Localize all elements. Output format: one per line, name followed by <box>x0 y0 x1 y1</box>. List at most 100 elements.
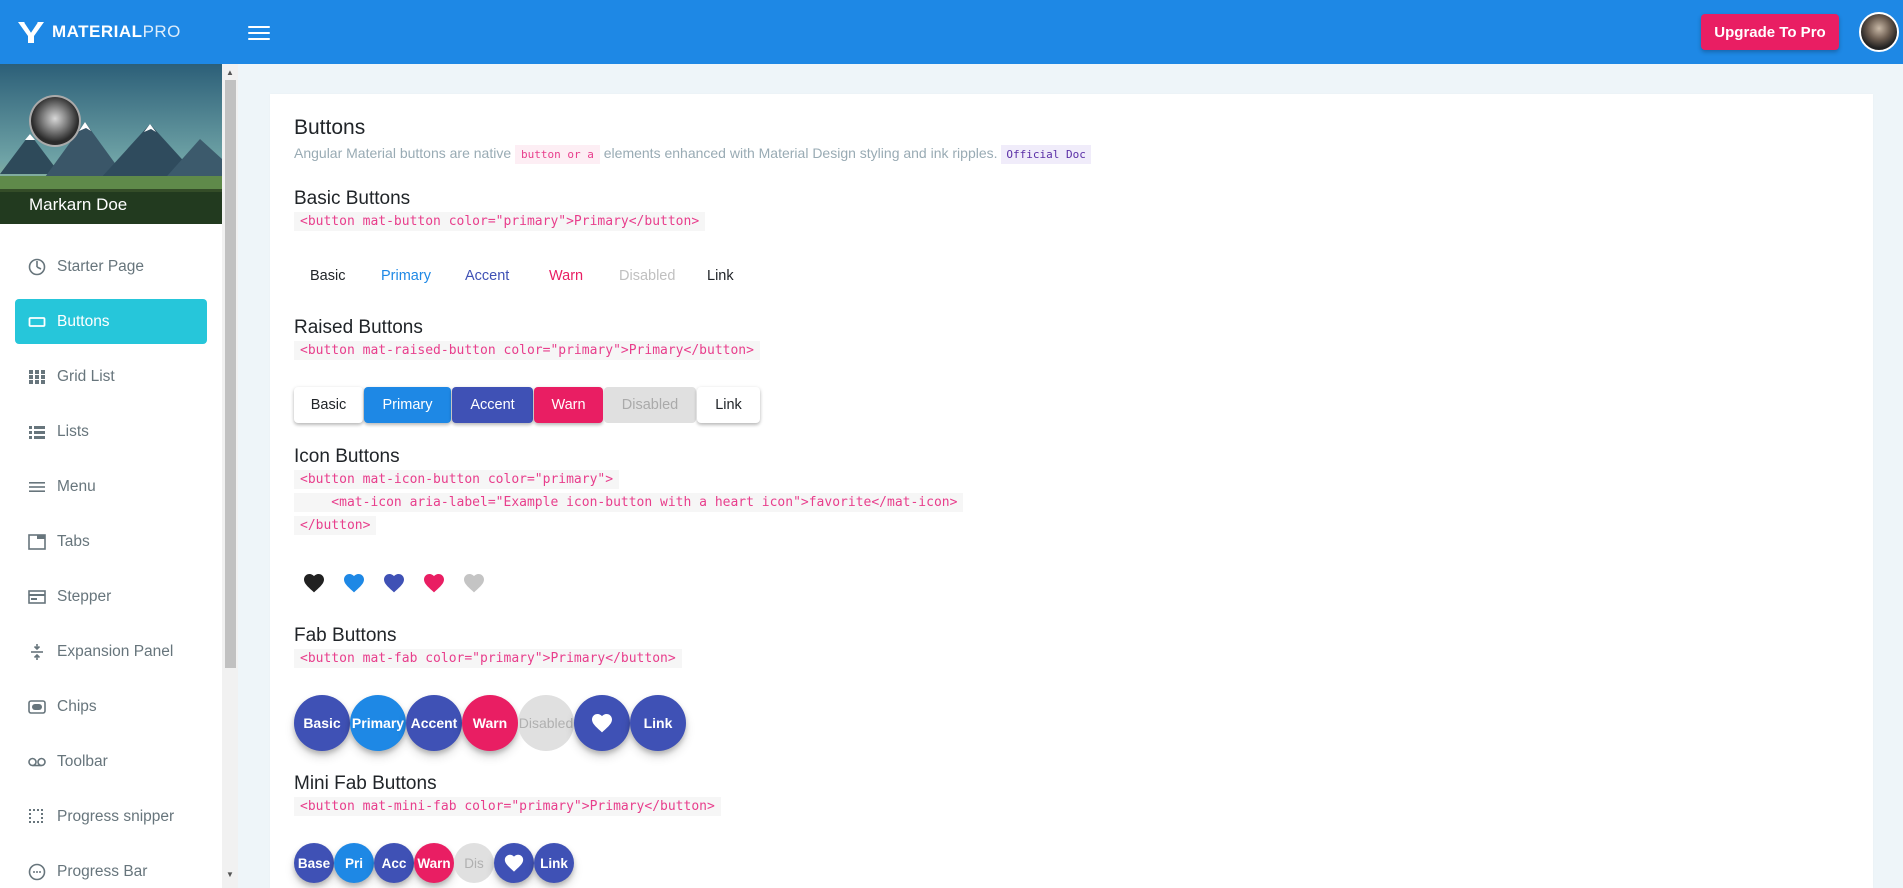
voicemail-icon <box>27 752 47 772</box>
mini-fab-buttons-code: <button mat-mini-fab color="primary">Pri… <box>294 797 721 816</box>
basic-buttons-code: <button mat-button color="primary">Prima… <box>294 212 706 231</box>
basic-buttons-title: Basic Buttons <box>294 188 411 209</box>
sidebar-item-chips[interactable]: Chips <box>0 679 222 734</box>
mini-fab-link-button[interactable]: Link <box>534 843 574 883</box>
sidebar-item-buttons[interactable]: Buttons <box>15 299 207 344</box>
subtitle-text: Angular Material buttons are native <box>294 145 512 161</box>
sidebar-item-progress-snipper[interactable]: Progress snipper <box>0 789 222 844</box>
user-avatar[interactable] <box>1859 12 1899 52</box>
basic-basic-button[interactable]: Basic <box>294 258 361 294</box>
heart-icon-basic[interactable] <box>302 571 326 595</box>
sidebar-nav: Starter Page Buttons Grid List Lists Men… <box>0 239 222 888</box>
icon-buttons-code-line2: <mat-icon aria-label="Example icon-butto… <box>294 493 964 512</box>
mini-fab-warn-button[interactable]: Warn <box>414 843 454 883</box>
raised-accent-button[interactable]: Accent <box>452 387 533 423</box>
sidebar-item-label: Stepper <box>57 587 112 605</box>
basic-disabled-button: Disabled <box>603 258 691 294</box>
heart-icon <box>504 854 524 872</box>
fab-warn-button[interactable]: Warn <box>462 695 518 751</box>
page-subtitle: Angular Material buttons are native butt… <box>294 145 1091 164</box>
raised-buttons-code: <button mat-raised-button color="primary… <box>294 341 760 360</box>
mini-fab-basic-button[interactable]: Base <box>294 843 334 883</box>
sidebar-item-label: Lists <box>57 422 89 440</box>
mini-fab-favorite-button[interactable] <box>494 843 534 883</box>
heart-icon <box>592 714 612 733</box>
grid-icon <box>27 367 47 387</box>
raised-buttons-title: Raised Buttons <box>294 317 423 338</box>
sidebar-item-toolbar[interactable]: Toolbar <box>0 734 222 789</box>
mini-fab-accent-button[interactable]: Acc <box>374 843 414 883</box>
crop-icon <box>27 312 47 332</box>
fab-buttons-code: <button mat-fab color="primary">Primary<… <box>294 649 682 668</box>
list-icon <box>27 422 47 442</box>
sidebar-item-label: Tabs <box>57 532 90 550</box>
sidebar: Markarn Doe Starter Page Buttons Grid Li… <box>0 64 222 888</box>
sidebar-item-tabs[interactable]: Tabs <box>0 514 222 569</box>
profile-avatar[interactable] <box>29 95 81 147</box>
sidebar-item-lists[interactable]: Lists <box>0 404 222 459</box>
raised-primary-button[interactable]: Primary <box>364 387 451 423</box>
expansion-icon <box>27 642 47 662</box>
mini-fab-buttons-title: Mini Fab Buttons <box>294 773 437 794</box>
raised-basic-button[interactable]: Basic <box>294 387 363 423</box>
fab-buttons-title: Fab Buttons <box>294 625 397 646</box>
scroll-down-icon[interactable]: ▼ <box>222 870 238 880</box>
sidebar-item-label: Starter Page <box>57 257 145 275</box>
fab-disabled-button: Disabled <box>518 695 574 751</box>
logo-text: MATERIALPRO <box>52 22 181 41</box>
subtitle-code: button or a <box>515 145 600 164</box>
menu-toggle-icon[interactable] <box>248 22 270 42</box>
border-icon <box>27 807 47 827</box>
heart-icon-primary[interactable] <box>342 571 366 595</box>
fab-basic-button[interactable]: Basic <box>294 695 350 751</box>
menu-icon <box>27 477 47 497</box>
fab-favorite-button[interactable] <box>574 695 630 751</box>
sidebar-scrollbar[interactable]: ▲ ▼ <box>222 64 238 888</box>
icon-buttons-code-line1: <button mat-icon-button color="primary"> <box>294 470 620 489</box>
logo-icon <box>18 21 44 43</box>
basic-buttons-row: Basic Primary Accent Warn Disabled Link <box>294 258 894 294</box>
sidebar-item-label: Expansion Panel <box>57 642 174 660</box>
sidebar-item-expansion-panel[interactable]: Expansion Panel <box>0 624 222 679</box>
basic-primary-button[interactable]: Primary <box>365 258 447 294</box>
sidebar-item-progress-bar[interactable]: Progress Bar <box>0 844 222 888</box>
scroll-thumb[interactable] <box>225 80 236 668</box>
heart-icon-disabled <box>464 574 484 593</box>
fab-link-button[interactable]: Link <box>630 695 686 751</box>
profile-name[interactable]: Markarn Doe <box>0 189 222 224</box>
heart-icon-warn[interactable] <box>422 571 446 595</box>
mini-fab-disabled-button: Dis <box>454 843 494 883</box>
sidebar-item-stepper[interactable]: Stepper <box>0 569 222 624</box>
sidebar-item-label: Grid List <box>57 367 115 385</box>
scroll-up-icon[interactable]: ▲ <box>222 68 238 78</box>
mini-fab-primary-button[interactable]: Pri <box>334 843 374 883</box>
raised-link-button[interactable]: Link <box>697 387 760 423</box>
official-doc-link[interactable]: Official Doc <box>1001 145 1091 164</box>
fab-primary-button[interactable]: Primary <box>350 695 406 751</box>
basic-accent-button[interactable]: Accent <box>449 258 525 294</box>
top-bar: MATERIALPRO Upgrade To Pro <box>0 0 1903 64</box>
buttons-card: Buttons Angular Material buttons are nat… <box>270 94 1873 888</box>
sidebar-item-menu[interactable]: Menu <box>0 459 222 514</box>
fab-accent-button[interactable]: Accent <box>406 695 462 751</box>
sidebar-item-label: Progress Bar <box>57 862 148 880</box>
starter-icon <box>27 257 47 277</box>
sidebar-item-starter-page[interactable]: Starter Page <box>0 239 222 294</box>
raised-disabled-button: Disabled <box>604 387 696 423</box>
logo[interactable]: MATERIALPRO <box>16 0 181 64</box>
sidebar-item-label: Buttons <box>57 312 110 330</box>
progress-icon <box>27 862 47 882</box>
basic-warn-button[interactable]: Warn <box>533 258 599 294</box>
basic-link-button[interactable]: Link <box>691 258 750 294</box>
raised-warn-button[interactable]: Warn <box>534 387 603 423</box>
icon-buttons-code-line3: </button> <box>294 516 377 535</box>
sidebar-item-label: Menu <box>57 477 96 495</box>
icon-buttons-title: Icon Buttons <box>294 446 400 467</box>
profile-panel: Markarn Doe <box>0 64 222 224</box>
upgrade-button[interactable]: Upgrade To Pro <box>1701 14 1839 50</box>
sidebar-item-label: Toolbar <box>57 752 108 770</box>
sidebar-item-label: Chips <box>57 697 97 715</box>
heart-icon-accent[interactable] <box>382 571 406 595</box>
chip-icon <box>27 697 47 717</box>
sidebar-item-grid-list[interactable]: Grid List <box>0 349 222 404</box>
